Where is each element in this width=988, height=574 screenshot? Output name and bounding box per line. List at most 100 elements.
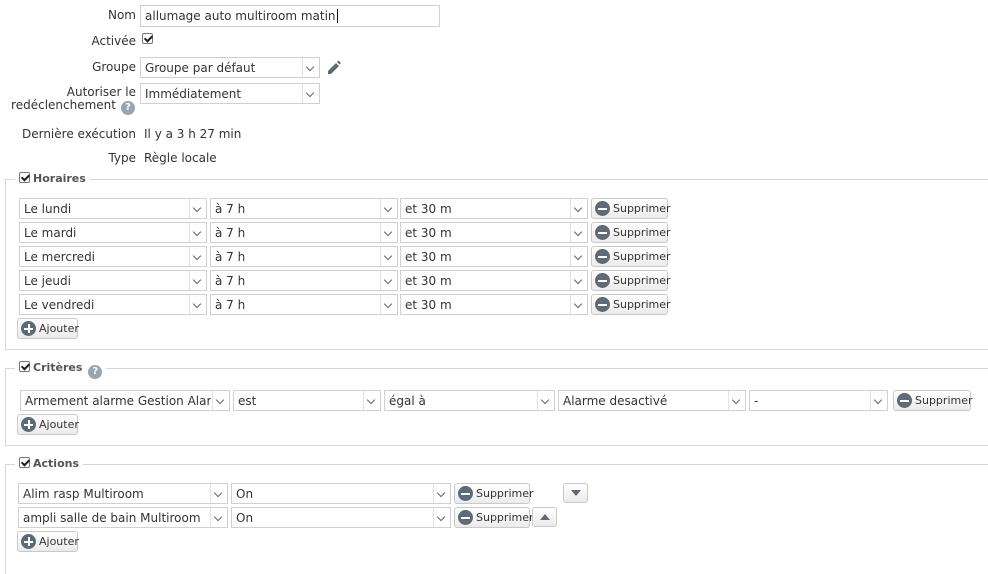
horaire-minute-select-value: et 30 m bbox=[405, 298, 452, 312]
horaire-day-select-value: Le mercredi bbox=[24, 250, 96, 264]
horaire-day-select[interactable]: Le mardi bbox=[19, 222, 207, 243]
chevron-down-icon bbox=[210, 508, 227, 527]
autoriser-label-line2: redéclenchement bbox=[11, 98, 116, 112]
horaire-hour-select[interactable]: à 7 h bbox=[210, 270, 398, 291]
minus-circle-icon bbox=[458, 510, 473, 525]
horaire-minute-select[interactable]: et 30 m bbox=[400, 222, 588, 243]
minus-circle-icon bbox=[897, 393, 912, 408]
criteres-legend: Critères ? bbox=[15, 361, 107, 379]
critere-value-value: Alarme desactivé bbox=[563, 394, 668, 408]
chevron-down-icon bbox=[380, 199, 397, 218]
chevron-down-icon bbox=[363, 391, 380, 410]
action-delete-label: Supprimer bbox=[476, 487, 534, 500]
horaire-day-select-value: Le mardi bbox=[24, 226, 77, 240]
horaire-minute-select[interactable]: et 30 m bbox=[400, 198, 588, 219]
horaire-day-select-value: Le lundi bbox=[24, 202, 72, 216]
action-device-select[interactable]: ampli salle de bain Multiroom bbox=[18, 507, 228, 528]
action-delete-label: Supprimer bbox=[476, 511, 534, 524]
autoriser-select[interactable]: Immédiatement bbox=[140, 83, 320, 104]
horaires-add-button[interactable]: Ajouter bbox=[17, 318, 79, 339]
groupe-select[interactable]: Groupe par défaut bbox=[140, 57, 320, 78]
horaire-day-select[interactable]: Le lundi bbox=[19, 198, 207, 219]
move-up-button[interactable] bbox=[532, 507, 557, 527]
horaire-hour-select[interactable]: à 7 h bbox=[210, 246, 398, 267]
chevron-down-icon bbox=[189, 199, 206, 218]
minus-circle-icon bbox=[458, 486, 473, 501]
activee-label: Activée bbox=[91, 34, 136, 48]
action-delete-button[interactable]: Supprimer bbox=[454, 483, 534, 504]
horaire-delete-button[interactable]: Supprimer bbox=[591, 246, 671, 267]
horaire-minute-select-value: et 30 m bbox=[405, 226, 452, 240]
actions-add-button[interactable]: Ajouter bbox=[17, 531, 79, 552]
criteres-title: Critères bbox=[33, 361, 83, 374]
chevron-down-icon bbox=[380, 223, 397, 242]
critere-subject-value: Armement alarme Gestion Alarme bbox=[25, 394, 211, 408]
chevron-down-icon bbox=[189, 271, 206, 290]
horaire-day-select-value: Le vendredi bbox=[24, 298, 95, 312]
criteres-add-button[interactable]: Ajouter bbox=[17, 414, 79, 435]
horaires-add-label: Ajouter bbox=[39, 322, 79, 335]
horaire-day-select-value: Le jeudi bbox=[24, 274, 71, 288]
pencil-icon[interactable] bbox=[325, 59, 342, 76]
action-device-value: ampli salle de bain Multiroom bbox=[23, 511, 201, 525]
action-device-select[interactable]: Alim rasp Multiroom bbox=[18, 483, 228, 504]
text-cursor bbox=[336, 9, 338, 23]
horaire-hour-select[interactable]: à 7 h bbox=[210, 222, 398, 243]
minus-circle-icon bbox=[595, 201, 610, 216]
horaire-delete-label: Supprimer bbox=[613, 226, 671, 239]
actions-add-label: Ajouter bbox=[39, 535, 79, 548]
horaire-minute-select[interactable]: et 30 m bbox=[400, 270, 588, 291]
minus-circle-icon bbox=[595, 249, 610, 264]
critere-delete-button[interactable]: Supprimer bbox=[893, 390, 973, 411]
horaire-day-select[interactable]: Le jeudi bbox=[19, 270, 207, 291]
plus-circle-icon bbox=[21, 321, 36, 336]
horaire-hour-select-value: à 7 h bbox=[215, 250, 246, 264]
horaire-delete-button[interactable]: Supprimer bbox=[591, 198, 671, 219]
horaire-hour-select[interactable]: à 7 h bbox=[210, 198, 398, 219]
plus-circle-icon bbox=[21, 534, 36, 549]
groupe-select-value: Groupe par défaut bbox=[145, 61, 256, 75]
horaire-delete-button[interactable]: Supprimer bbox=[591, 222, 671, 243]
horaires-checkbox[interactable] bbox=[19, 172, 30, 183]
plus-circle-icon bbox=[21, 417, 36, 432]
move-down-button[interactable] bbox=[563, 483, 588, 503]
horaire-minute-select[interactable]: et 30 m bbox=[400, 246, 588, 267]
groupe-label: Groupe bbox=[92, 60, 136, 74]
nom-input[interactable]: allumage auto multiroom matin bbox=[140, 5, 440, 27]
horaire-minute-select[interactable]: et 30 m bbox=[400, 294, 588, 315]
actions-checkbox[interactable] bbox=[19, 457, 30, 468]
critere-value-select[interactable]: Alarme desactivé bbox=[558, 390, 746, 411]
activee-checkbox[interactable] bbox=[142, 33, 153, 44]
critere-extra-select[interactable]: - bbox=[749, 390, 888, 411]
horaire-delete-label: Supprimer bbox=[613, 202, 671, 215]
autoriser-label: Autoriser le redéclenchement bbox=[11, 86, 136, 112]
horaire-day-select[interactable]: Le vendredi bbox=[19, 294, 207, 315]
derniere-value: Il y a 3 h 27 min bbox=[144, 127, 242, 141]
action-delete-button[interactable]: Supprimer bbox=[454, 507, 534, 528]
help-icon[interactable]: ? bbox=[121, 101, 135, 115]
horaire-day-select[interactable]: Le mercredi bbox=[19, 246, 207, 267]
chevron-down-icon bbox=[728, 391, 745, 410]
derniere-label: Dernière exécution bbox=[21, 127, 136, 141]
help-icon[interactable]: ? bbox=[88, 365, 103, 379]
horaire-delete-button[interactable]: Supprimer bbox=[591, 270, 671, 291]
horaire-hour-select-value: à 7 h bbox=[215, 298, 246, 312]
critere-verb-select[interactable]: est bbox=[233, 390, 381, 411]
type-label: Type bbox=[108, 151, 136, 165]
arrow-down-icon bbox=[571, 490, 581, 496]
chevron-down-icon bbox=[380, 271, 397, 290]
horaire-delete-button[interactable]: Supprimer bbox=[591, 294, 671, 315]
critere-subject-select[interactable]: Armement alarme Gestion Alarme bbox=[20, 390, 230, 411]
critere-operator-select[interactable]: égal à bbox=[384, 390, 555, 411]
action-value-select[interactable]: On bbox=[231, 507, 451, 528]
action-value-select[interactable]: On bbox=[231, 483, 451, 504]
chevron-down-icon bbox=[570, 247, 587, 266]
chevron-down-icon bbox=[210, 484, 227, 503]
horaire-delete-label: Supprimer bbox=[613, 298, 671, 311]
chevron-down-icon bbox=[302, 84, 319, 103]
horaires-legend: Horaires bbox=[15, 172, 90, 185]
horaire-delete-label: Supprimer bbox=[613, 250, 671, 263]
criteres-checkbox[interactable] bbox=[19, 361, 30, 372]
horaire-hour-select[interactable]: à 7 h bbox=[210, 294, 398, 315]
critere-operator-value: égal à bbox=[389, 394, 426, 408]
